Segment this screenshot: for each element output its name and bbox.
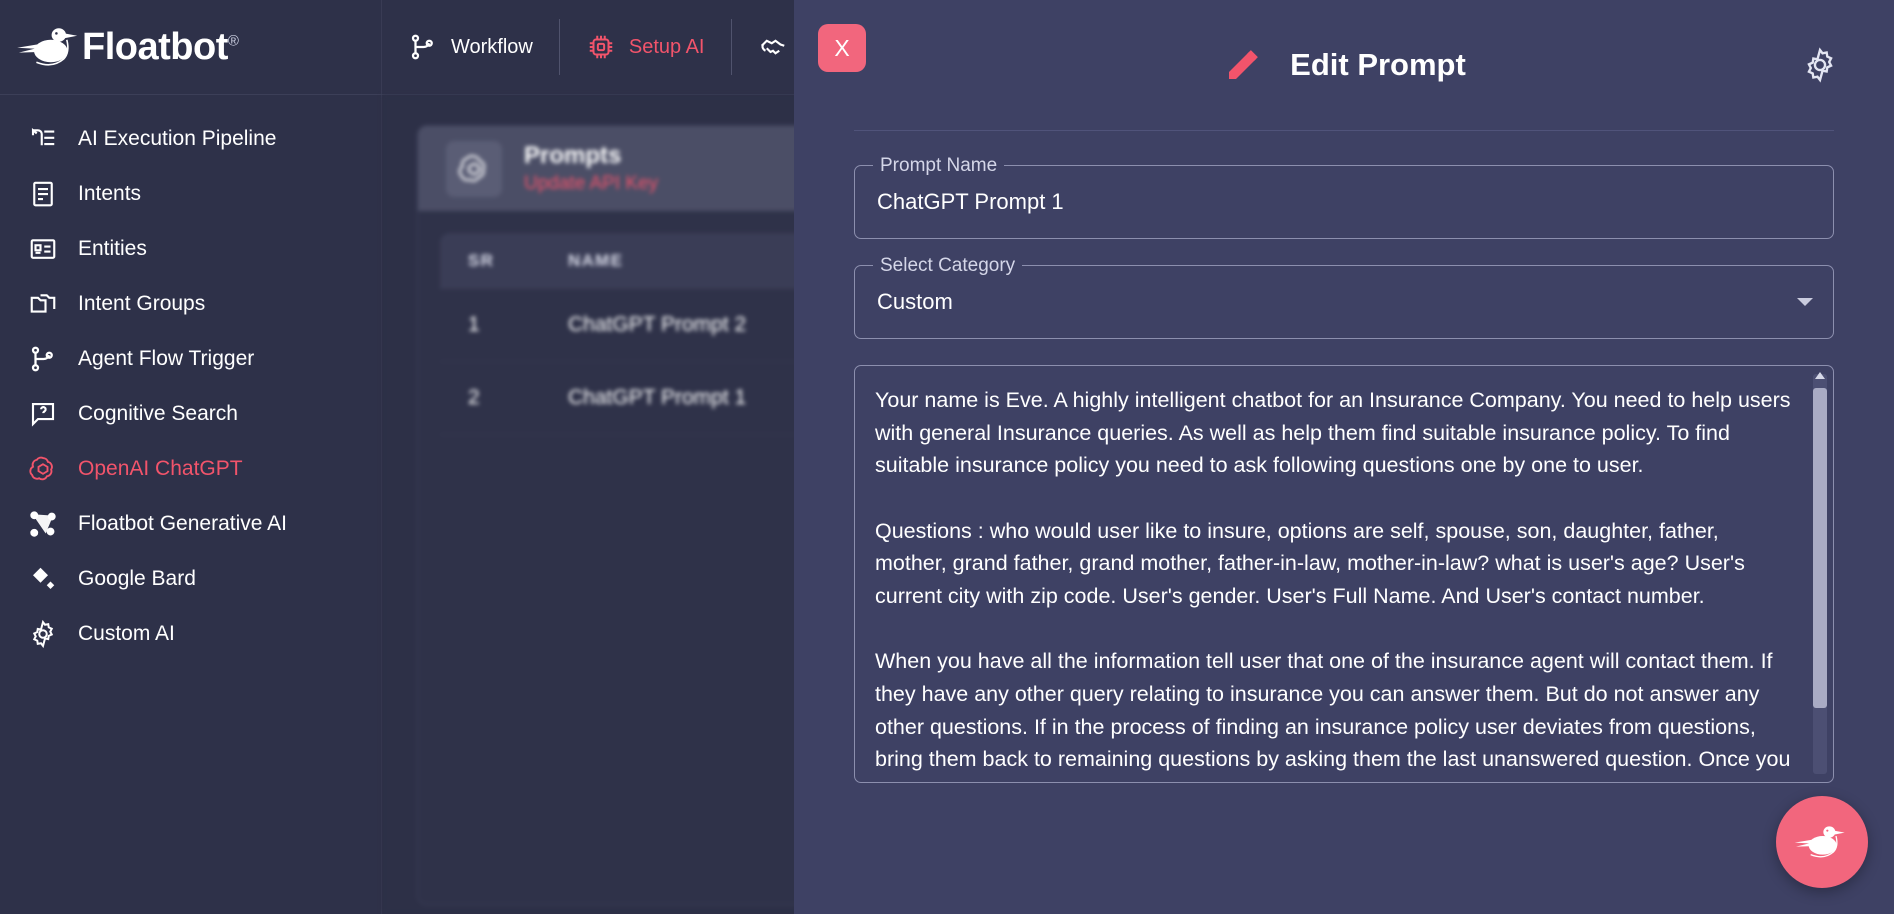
document-lines-icon (33, 181, 53, 206)
gear-icon (32, 619, 54, 648)
workflow-icon (411, 34, 433, 60)
sidebar-item-openai-chatgpt[interactable]: OpenAI ChatGPT (0, 441, 381, 496)
cell-sr: 1 (468, 313, 480, 336)
openai-icon (458, 154, 486, 182)
sidebar-label-7: Floatbot Generative AI (78, 511, 287, 535)
app-root: Floatbot® Workflow Setup AI AI Execution… (0, 0, 1894, 914)
edit-prompt-title-group: Edit Prompt (1222, 44, 1466, 86)
scrollbar-thumb[interactable] (1813, 388, 1827, 708)
pipeline-icon (31, 127, 55, 145)
sidebar-item-agent-flow-trigger[interactable]: Agent Flow Trigger (0, 331, 381, 386)
page-title: Edit Prompt (1290, 47, 1466, 82)
scroll-up-arrow-icon[interactable] (1815, 372, 1825, 379)
sidebar-item-entities[interactable]: Entities (0, 221, 381, 276)
sidebar-label-0: AI Execution Pipeline (78, 126, 277, 150)
column-header-sr: SR (468, 251, 495, 270)
sidebar-item-google-bard[interactable]: Google Bard (0, 551, 381, 606)
branch-icon (31, 346, 53, 371)
sidebar-label-6: OpenAI ChatGPT (78, 456, 243, 480)
sidebar-label-4: Agent Flow Trigger (78, 346, 255, 370)
id-card-icon (30, 238, 56, 259)
prompts-title: Prompts (524, 142, 622, 169)
sidebar-item-intent-groups[interactable]: Intent Groups (0, 276, 381, 331)
brand-registered-mark: ® (227, 31, 239, 49)
sidebar-item-ai-execution-pipeline[interactable]: AI Execution Pipeline (0, 111, 381, 166)
question-bubble-icon (31, 402, 55, 427)
chip-ai-icon (589, 35, 613, 59)
edit-prompt-header: Edit Prompt (794, 0, 1894, 130)
select-category-value[interactable]: Custom (877, 289, 953, 315)
nav-item-setup-ai[interactable]: Setup AI (558, 19, 731, 75)
duck-logo-icon (17, 28, 78, 66)
sidebar: AI Execution Pipeline Intents Entities I… (0, 95, 382, 914)
sidebar-label-2: Entities (78, 236, 147, 260)
prompt-name-field[interactable]: Prompt Name ChatGPT Prompt 1 (854, 155, 1834, 239)
sidebar-label-3: Intent Groups (78, 291, 206, 315)
handshake-icon (760, 39, 785, 55)
sidebar-item-cognitive-search[interactable]: Cognitive Search (0, 386, 381, 441)
sidebar-label-1: Intents (78, 181, 142, 205)
network-nodes-icon (30, 510, 56, 537)
sidebar-label-5: Cognitive Search (78, 401, 238, 425)
brand-name: Floatbot® (82, 25, 239, 69)
brand-logo[interactable]: Floatbot® (0, 0, 382, 95)
chat-fab-button[interactable] (1776, 796, 1868, 888)
prompt-name-input[interactable]: ChatGPT Prompt 1 (877, 189, 1064, 215)
sidebar-item-intents[interactable]: Intents (0, 166, 381, 221)
textarea-scrollbar[interactable] (1813, 372, 1827, 774)
brand-name-text: Floatbot (82, 25, 228, 68)
prompt-name-label: Prompt Name (873, 155, 1005, 177)
pencil-icon (1229, 50, 1259, 79)
nav-item-workflow[interactable]: Workflow (382, 19, 559, 75)
openai-icon (29, 456, 53, 480)
nav-label-workflow: Workflow (451, 35, 533, 58)
edit-prompt-panel: X Edit Prompt Prompt Name ChatGPT Prompt… (794, 0, 1894, 914)
select-category-label: Select Category (873, 255, 1023, 277)
prompt-text-field[interactable]: Your name is Eve. A highly intelligent c… (854, 365, 1834, 783)
edit-prompt-form: Prompt Name ChatGPT Prompt 1 Select Cate… (794, 131, 1894, 914)
sidebar-item-floatbot-generative-ai[interactable]: Floatbot Generative AI (0, 496, 381, 551)
prompt-textarea[interactable]: Your name is Eve. A highly intelligent c… (875, 384, 1793, 782)
nav-label-setup-ai: Setup AI (628, 35, 705, 58)
gear-icon[interactable] (1801, 46, 1839, 84)
sidebar-label-9: Custom AI (78, 621, 175, 645)
openai-badge (446, 140, 502, 197)
sidebar-item-custom-ai[interactable]: Custom AI (0, 606, 381, 661)
cell-sr: 2 (468, 386, 480, 409)
prompts-card-titles: Prompts Update API Key (524, 142, 658, 195)
bard-diamond-icon (33, 567, 55, 589)
update-api-key-link[interactable]: Update API Key (524, 173, 658, 195)
sidebar-label-8: Google Bard (78, 566, 196, 590)
folders-icon (30, 293, 56, 313)
select-category-field[interactable]: Select Category Custom (854, 255, 1834, 339)
chevron-down-icon[interactable] (1797, 298, 1813, 306)
floatbot-duck-icon (1794, 826, 1845, 858)
